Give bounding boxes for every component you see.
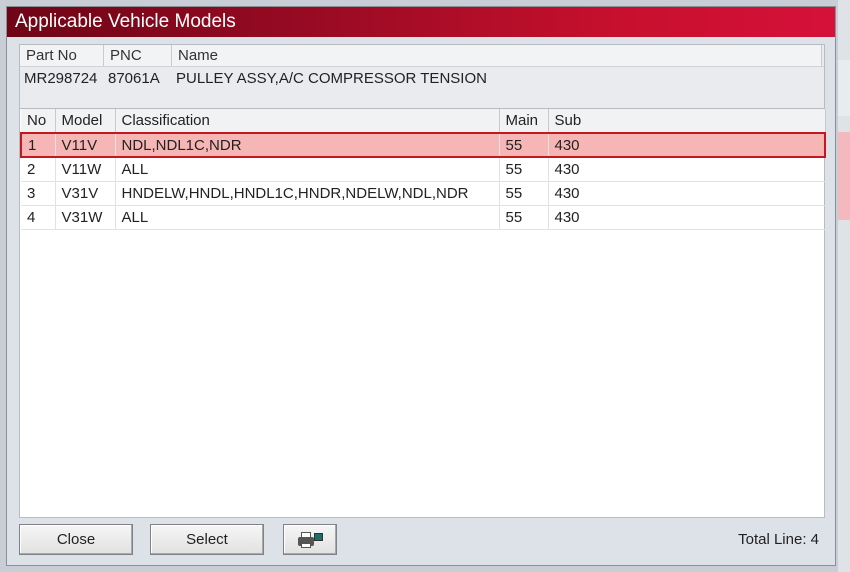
background-window-edge: [838, 0, 850, 572]
background-panel: [838, 60, 850, 116]
pnc-value: 87061A: [108, 70, 160, 87]
table-row[interactable]: 2 V11W ALL 55 430: [21, 157, 826, 182]
select-button[interactable]: Select: [150, 524, 264, 555]
cell-model: V31W: [55, 205, 116, 230]
applicable-vehicle-models-dialog: Applicable Vehicle Models Part No PNC Na…: [6, 6, 836, 566]
cell-model: V31V: [55, 181, 116, 206]
cell-main: 55: [499, 132, 549, 158]
column-header-model[interactable]: Model: [55, 109, 116, 134]
cell-classification: ALL: [115, 205, 500, 230]
part-no-header: Part No: [20, 45, 104, 66]
total-line-count: Total Line: 4: [738, 531, 819, 548]
vehicle-models-table: No Model Classification Main Sub 1 V11V …: [20, 109, 826, 230]
cell-model: V11V: [55, 132, 116, 158]
cell-classification: NDL,NDL1C,NDR: [115, 132, 500, 158]
part-no-value: MR298724: [24, 70, 98, 87]
printer-icon: [296, 531, 324, 549]
cell-classification: ALL: [115, 157, 500, 182]
vehicle-models-grid[interactable]: No Model Classification Main Sub 1 V11V …: [19, 108, 826, 518]
cell-sub: 430: [548, 181, 826, 206]
table-row[interactable]: 1 V11V NDL,NDL1C,NDR 55 430: [20, 132, 826, 158]
column-header-no[interactable]: No: [21, 109, 56, 134]
pnc-header: PNC: [104, 45, 172, 66]
cell-no: 1: [20, 132, 56, 158]
table-row[interactable]: 3 V31V HNDELW,HNDL,HNDL1C,HNDR,NDELW,NDL…: [21, 181, 826, 206]
dialog-title[interactable]: Applicable Vehicle Models: [7, 7, 835, 37]
print-button[interactable]: [283, 524, 337, 555]
column-header-sub[interactable]: Sub: [548, 109, 826, 134]
close-button[interactable]: Close: [19, 524, 133, 555]
cell-no: 4: [21, 205, 56, 230]
column-header-main[interactable]: Main: [499, 109, 549, 134]
part-info-panel: Part No PNC Name MR298724 87061A PULLEY …: [19, 44, 825, 114]
dialog-footer: Close Select Total Line: 4: [19, 523, 825, 559]
cell-sub: 430: [548, 157, 826, 182]
name-header: Name: [172, 45, 822, 66]
cell-no: 3: [21, 181, 56, 206]
table-header-row: No Model Classification Main Sub: [21, 109, 826, 134]
cell-model: V11W: [55, 157, 116, 182]
background-highlight: [838, 132, 850, 220]
cell-classification: HNDELW,HNDL,HNDL1C,HNDR,NDELW,NDL,NDR: [115, 181, 500, 206]
cell-main: 55: [499, 205, 549, 230]
cell-no: 2: [21, 157, 56, 182]
cell-main: 55: [499, 157, 549, 182]
table-row[interactable]: 4 V31W ALL 55 430: [21, 205, 826, 230]
cell-main: 55: [499, 181, 549, 206]
cell-sub: 430: [548, 132, 826, 158]
cell-sub: 430: [548, 205, 826, 230]
part-info-values: MR298724 87061A PULLEY ASSY,A/C COMPRESS…: [20, 67, 824, 91]
part-info-header: Part No PNC Name: [20, 45, 824, 67]
name-value: PULLEY ASSY,A/C COMPRESSOR TENSION: [176, 70, 487, 87]
column-header-classification[interactable]: Classification: [115, 109, 500, 134]
